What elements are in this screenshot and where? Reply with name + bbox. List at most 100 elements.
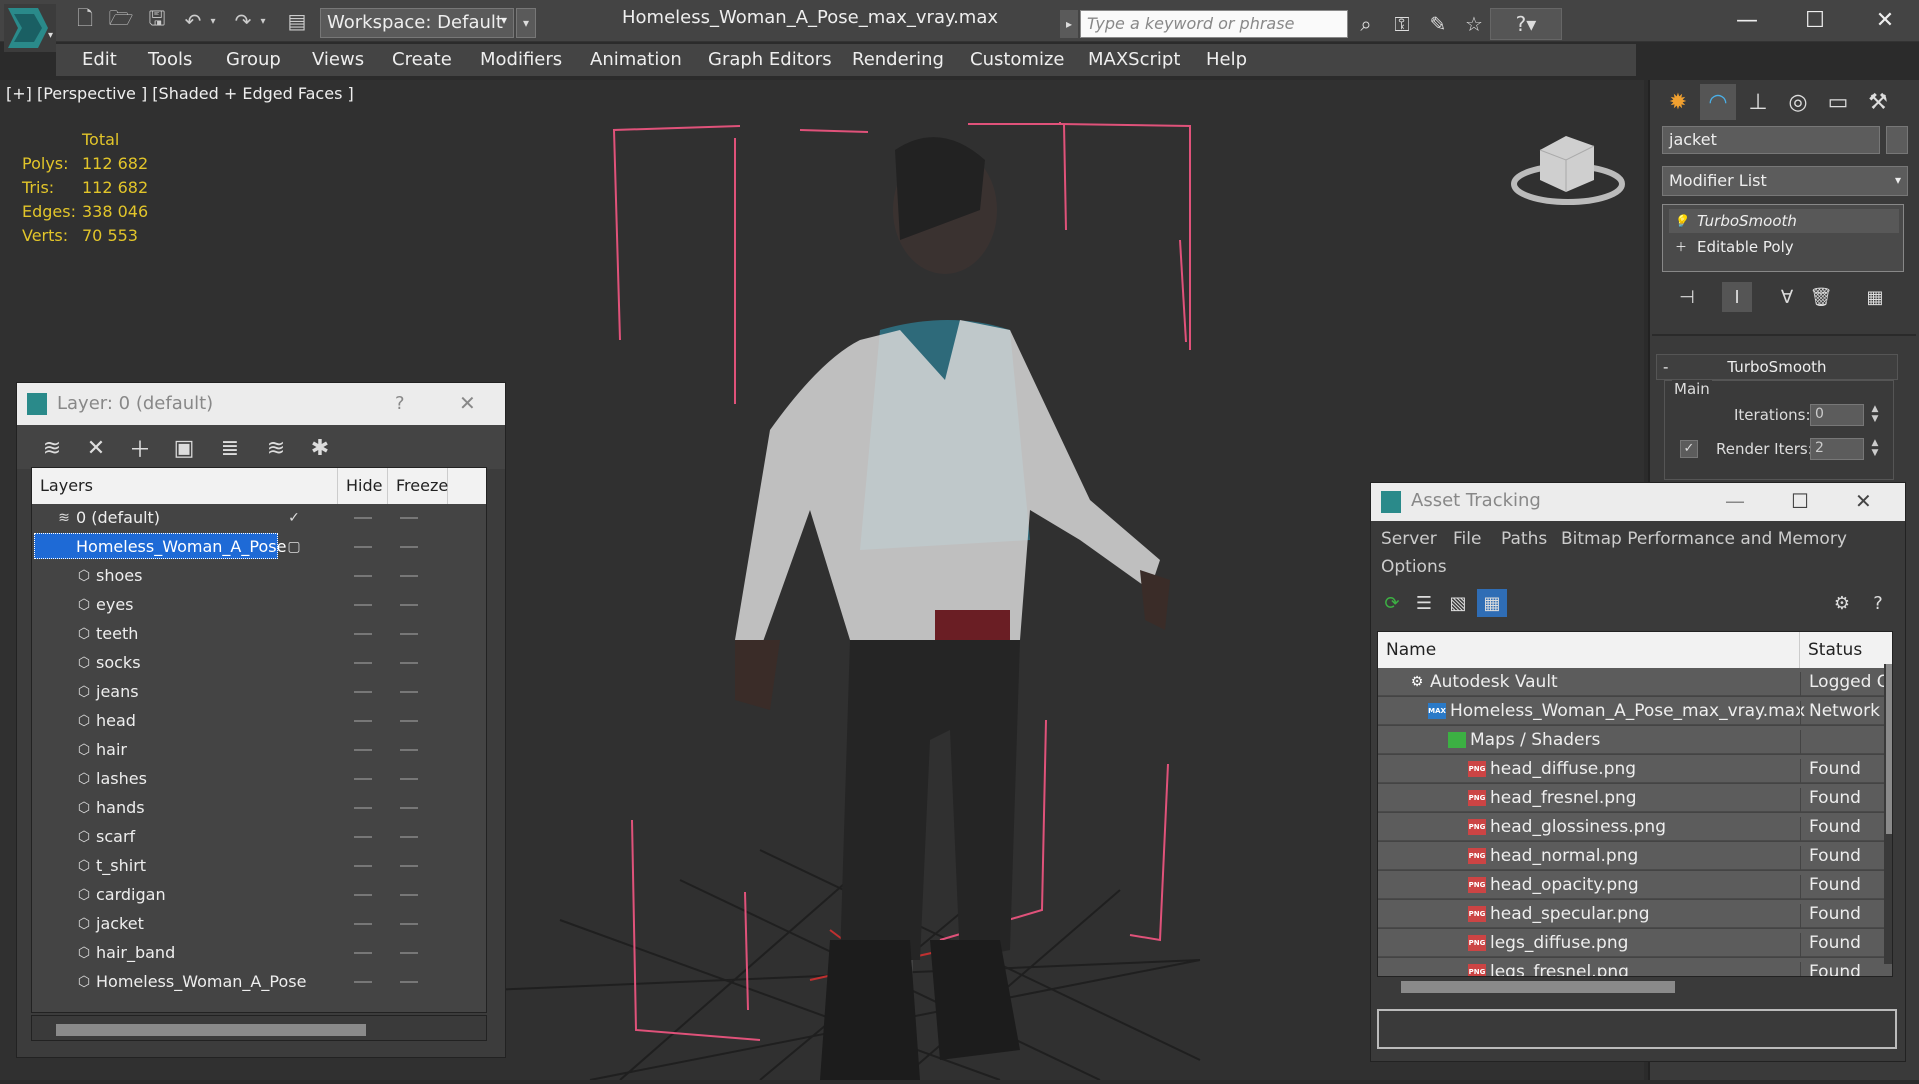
configure-sets-icon[interactable]: ▦ [1860, 282, 1890, 312]
motion-tab-icon[interactable]: ◎ [1780, 84, 1816, 120]
menu-rendering[interactable]: Rendering [852, 44, 944, 76]
binoculars-icon[interactable]: ⌕ [1352, 10, 1380, 38]
hide-toggle[interactable] [354, 923, 372, 925]
search-expand-icon[interactable]: ▸ [1060, 10, 1078, 38]
layer-title-bar[interactable]: Layer: 0 (default) ? ✕ [17, 383, 505, 425]
make-unique-icon[interactable]: ∀ [1772, 282, 1802, 312]
maximize-icon[interactable]: ☐ [1791, 489, 1809, 513]
spinner-arrows-icon[interactable]: ▲ ▼ [1868, 404, 1882, 426]
hide-toggle[interactable] [354, 894, 372, 896]
asset-row[interactable]: PNG legs_fresnel.png Found [1378, 958, 1892, 976]
menu-create[interactable]: Create [392, 44, 452, 76]
render-iters-checkbox[interactable]: ✓ [1680, 440, 1698, 458]
hide-toggle[interactable] [354, 720, 372, 722]
pin-stack-icon[interactable]: ⊣ [1672, 282, 1702, 312]
hide-toggle[interactable] [354, 546, 372, 548]
close-icon[interactable]: ✕ [1855, 489, 1872, 513]
communication-icon[interactable]: ✎ [1424, 10, 1452, 38]
asset-row[interactable]: ⚙ Autodesk Vault Logged O [1378, 668, 1892, 696]
asset-row[interactable]: PNG legs_diffuse.png Found [1378, 929, 1892, 957]
menu-animation[interactable]: Animation [590, 44, 682, 76]
layer-row[interactable]: ⬡ hair [32, 736, 486, 764]
freeze-toggle[interactable] [400, 981, 418, 983]
help-icon[interactable]: ? [1863, 589, 1893, 617]
hide-column-header[interactable]: Hide [338, 468, 388, 504]
object-color-swatch[interactable] [1886, 126, 1908, 154]
freeze-toggle[interactable] [400, 720, 418, 722]
hide-toggle[interactable] [354, 981, 372, 983]
modifier-turbosmooth[interactable]: 💡 TurboSmooth [1669, 209, 1899, 233]
set-current-layer-icon[interactable]: ▢ [286, 539, 302, 555]
select-layer-icon[interactable]: ≣ [213, 433, 247, 463]
new-file-icon[interactable]: 🗋 [72, 6, 98, 34]
freeze-toggle[interactable] [400, 633, 418, 635]
layer-row[interactable]: ⬡ hands [32, 794, 486, 822]
scrollbar-thumb[interactable] [1401, 981, 1675, 993]
layer-row[interactable]: ⬡ t_shirt [32, 852, 486, 880]
menu-customize[interactable]: Customize [970, 44, 1064, 76]
iterations-spinner[interactable]: 0 [1810, 404, 1864, 426]
layer-row[interactable]: ⬡ jacket [32, 910, 486, 938]
layer-row[interactable]: ⬡ scarf [32, 823, 486, 851]
scrollbar-thumb[interactable] [56, 1024, 366, 1036]
hide-all-layers-icon[interactable]: ≋ [259, 433, 293, 463]
asset-row[interactable]: MAX Homeless_Woman_A_Pose_max_vray.max Net… [1378, 697, 1892, 725]
hide-toggle[interactable] [354, 662, 372, 664]
freeze-toggle[interactable] [400, 749, 418, 751]
asset-status-field[interactable] [1377, 1009, 1897, 1049]
redo-icon[interactable]: ↷ [230, 8, 256, 34]
app-logo-icon[interactable]: ▾ [4, 4, 56, 52]
vault-help-icon[interactable]: ⚙ [1827, 589, 1857, 617]
freeze-toggle[interactable] [400, 836, 418, 838]
thumbnail-view-icon[interactable]: ▧ [1443, 589, 1473, 617]
maximize-button[interactable]: ☐ [1790, 4, 1840, 36]
project-folder-icon[interactable]: ▤ [284, 8, 310, 34]
layer-row[interactable]: ⊟≋Homeless_Woman_A_Pose▢ [32, 533, 486, 561]
display-tab-icon[interactable]: ▭ [1820, 84, 1856, 120]
close-button[interactable]: ✕ [1860, 4, 1910, 36]
show-end-result-icon[interactable]: Ⅰ [1722, 282, 1752, 312]
asset-horizontal-scrollbar[interactable] [1377, 977, 1893, 997]
modifier-list-dropdown[interactable]: Modifier List ▾ [1662, 166, 1908, 196]
asset-menu-bitmap-performance[interactable]: Bitmap Performance and Memory [1561, 529, 1847, 549]
collapse-icon[interactable] [38, 510, 54, 526]
current-layer-check-icon[interactable]: ✓ [286, 510, 302, 526]
menu-tools[interactable]: Tools [148, 44, 192, 76]
hide-toggle[interactable] [354, 836, 372, 838]
menu-maxscript[interactable]: MAXScript [1088, 44, 1180, 76]
layer-row[interactable]: ⬡ Homeless_Woman_A_Pose [32, 968, 486, 996]
workspace-menu-button[interactable]: ▾ [516, 8, 536, 38]
layers-column-header[interactable]: Layers [32, 468, 338, 504]
hide-toggle[interactable] [354, 691, 372, 693]
save-icon[interactable]: 🖫 [144, 6, 170, 34]
freeze-toggle[interactable] [400, 778, 418, 780]
menu-modifiers[interactable]: Modifiers [480, 44, 562, 76]
asset-row[interactable]: PNG head_specular.png Found [1378, 900, 1892, 928]
viewport-label[interactable]: [+] [Perspective ] [Shaded + Edged Faces… [6, 84, 354, 103]
layer-row[interactable]: ≋ 0 (default) ✓ [32, 504, 486, 532]
minimize-icon[interactable]: — [1725, 489, 1745, 513]
freeze-all-layers-icon[interactable]: ✱ [303, 433, 337, 463]
freeze-toggle[interactable] [400, 923, 418, 925]
menu-help[interactable]: Help [1206, 44, 1247, 76]
layer-horizontal-scrollbar[interactable] [31, 1015, 487, 1041]
workspace-dropdown[interactable]: Workspace: Default ▾ [320, 8, 514, 38]
help-icon[interactable]: ? [395, 393, 405, 414]
create-layer-icon[interactable]: ≋ [35, 433, 69, 463]
add-to-layer-icon[interactable]: ＋ [123, 433, 157, 463]
favorites-star-icon[interactable]: ☆ [1460, 10, 1488, 38]
freeze-toggle[interactable] [400, 604, 418, 606]
render-iters-spinner[interactable]: 2 [1810, 438, 1864, 460]
freeze-toggle[interactable] [400, 865, 418, 867]
spinner-arrows-icon[interactable]: ▲ ▼ [1868, 438, 1882, 460]
list-view-icon[interactable]: ☰ [1409, 589, 1439, 617]
minimize-button[interactable]: — [1722, 4, 1772, 36]
menu-group[interactable]: Group [226, 44, 281, 76]
hide-toggle[interactable] [354, 604, 372, 606]
select-layer-objects-icon[interactable]: ▣ [167, 433, 201, 463]
freeze-toggle[interactable] [400, 807, 418, 809]
asset-row[interactable]: Maps / Shaders [1378, 726, 1892, 754]
close-icon[interactable]: ✕ [459, 391, 476, 415]
undo-icon[interactable]: ↶ [180, 8, 206, 34]
hide-toggle[interactable] [354, 778, 372, 780]
